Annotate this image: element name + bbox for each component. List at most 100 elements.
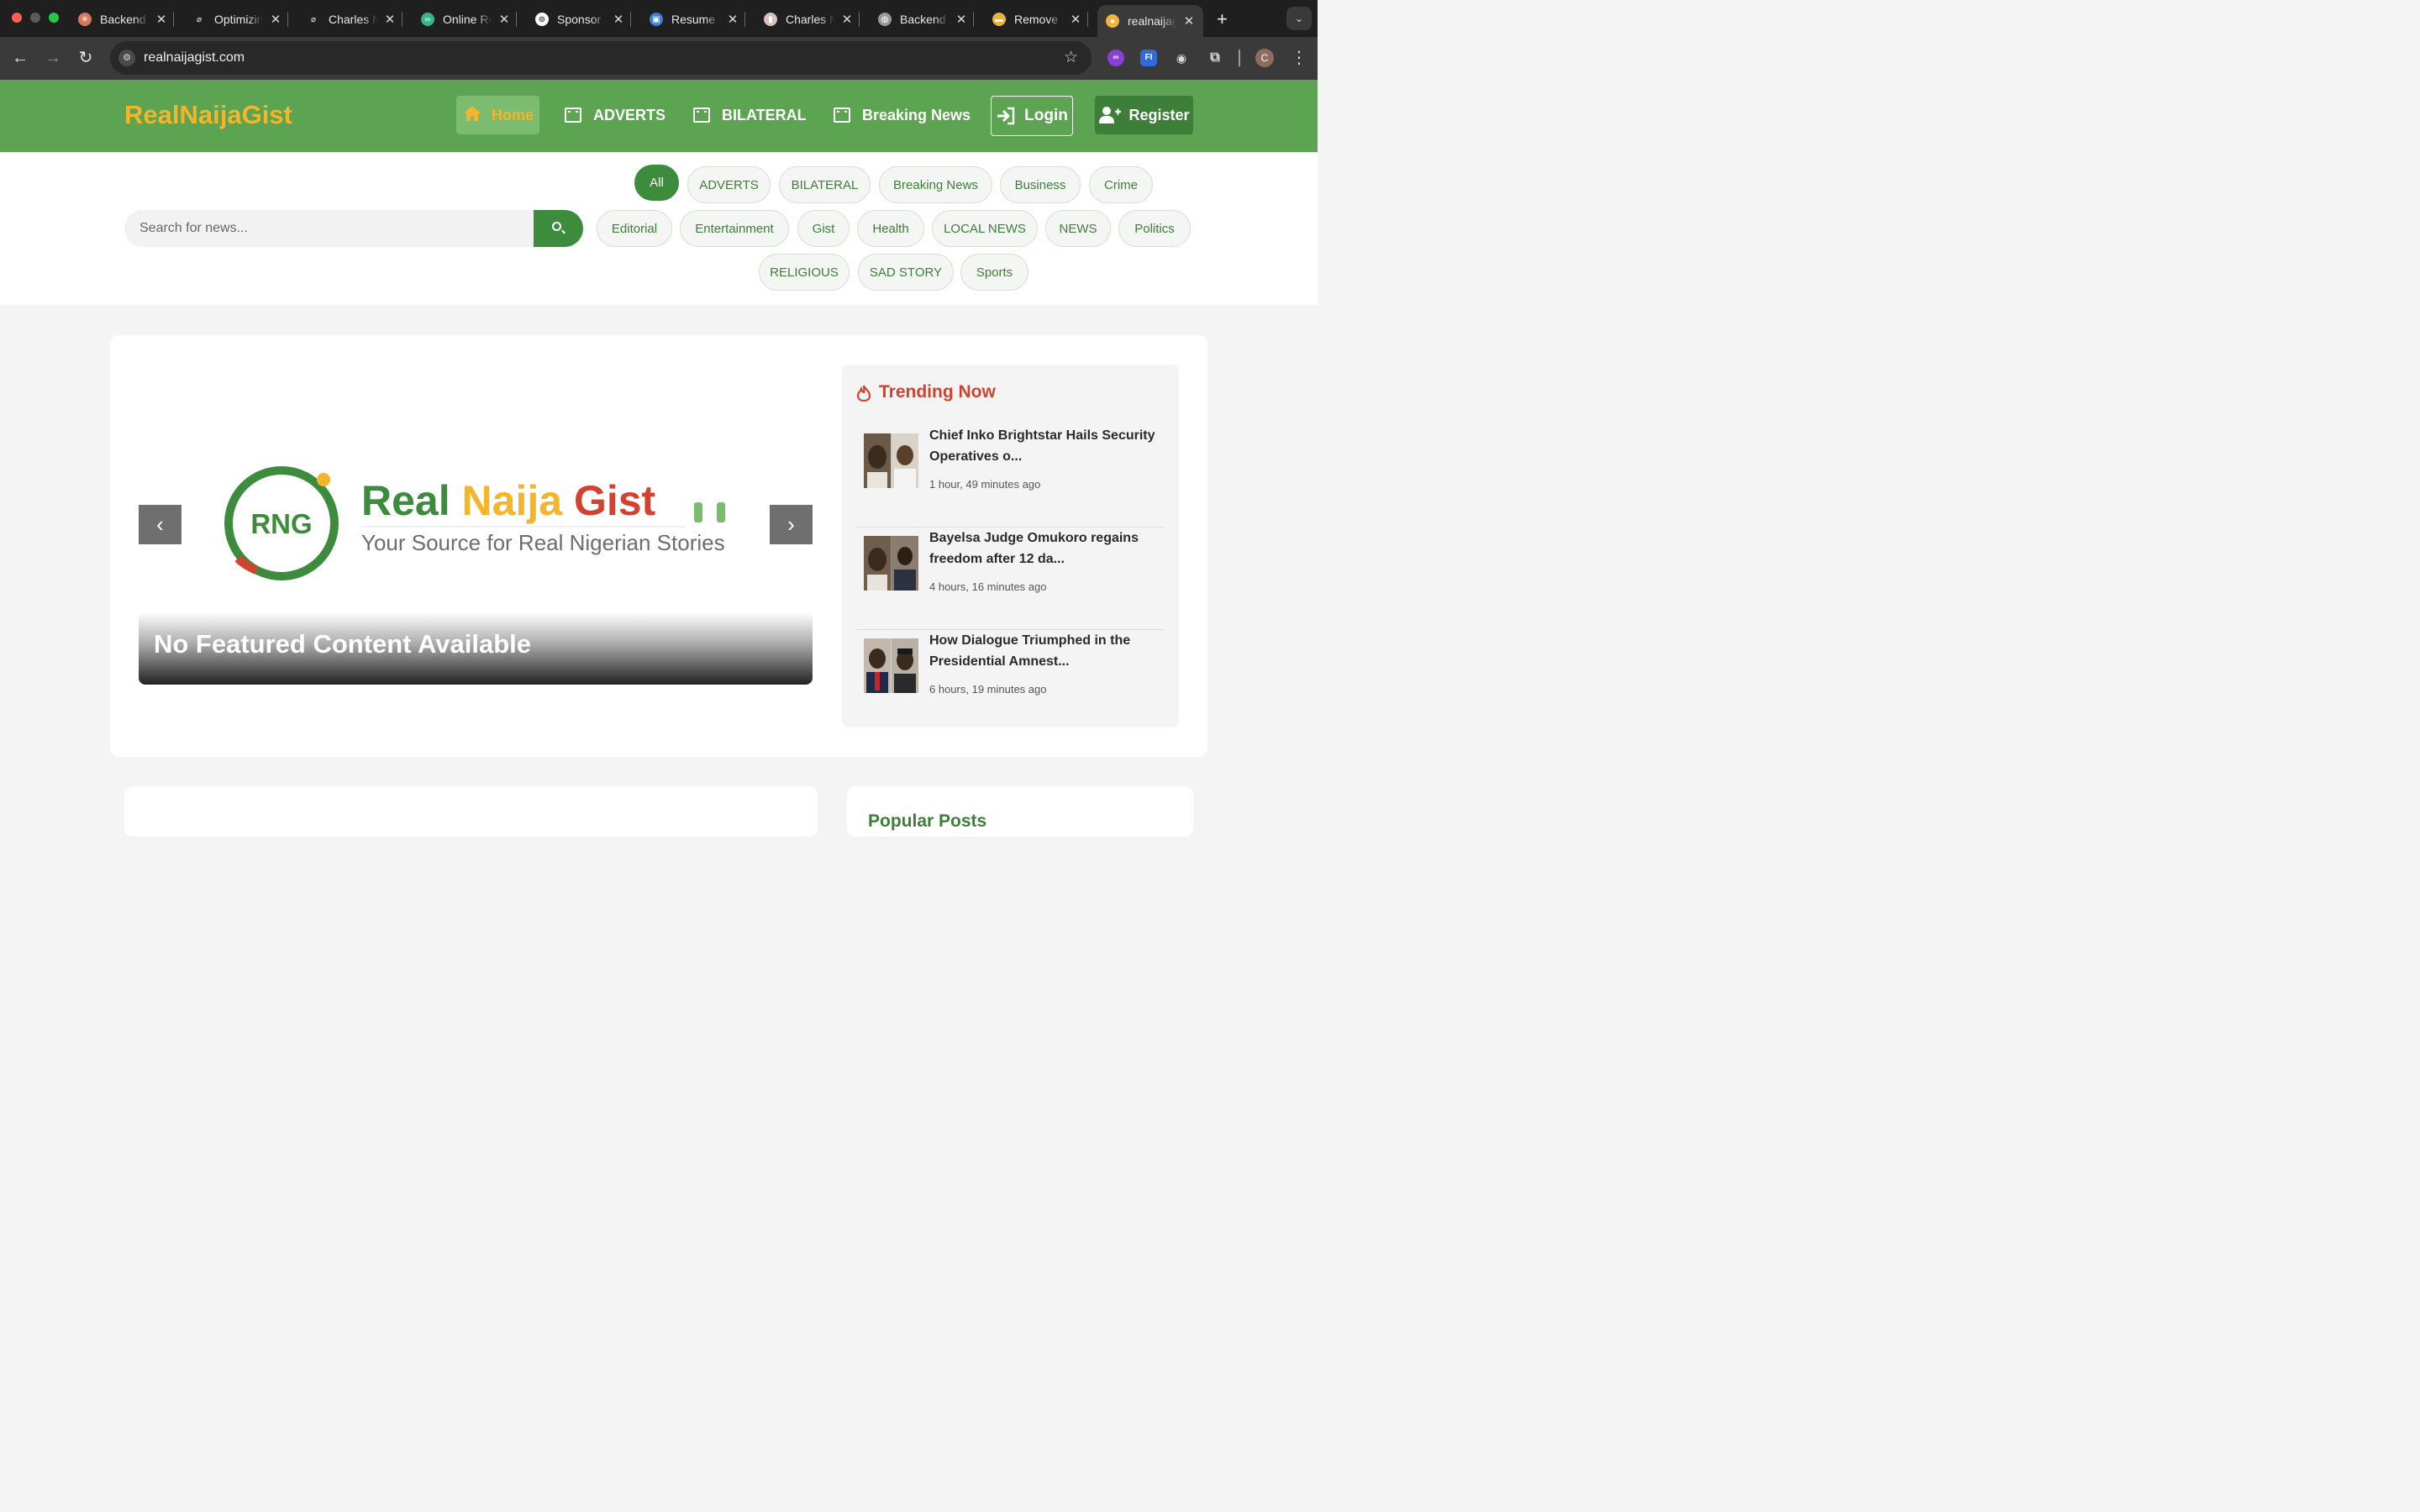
category-chip[interactable]: Gist <box>797 210 850 247</box>
site-brand-logo[interactable]: RealNaijaGist <box>124 100 292 130</box>
forward-arrow-icon[interactable]: → <box>43 48 63 68</box>
tab-title: Online Resume <box>443 13 492 26</box>
featured-slider: RNG Real Naija Gist Your Source for Real… <box>139 402 813 685</box>
trending-time: 1 hour, 49 minutes ago <box>929 478 1041 491</box>
nav-bilateral[interactable]: BILATERAL <box>687 96 813 134</box>
bookmark-star-icon[interactable]: ☆ <box>1064 48 1078 67</box>
category-chip[interactable]: SAD STORY <box>858 254 954 291</box>
category-chip[interactable]: Health <box>857 210 924 247</box>
browser-tab[interactable]: ⌀ Charles Mbachu ✕ <box>307 5 402 34</box>
register-button[interactable]: Register <box>1095 96 1193 134</box>
film-icon <box>834 108 850 123</box>
browser-tab[interactable]: ▮ Charles Mbachu ✕ <box>764 5 860 34</box>
site-banner-logo: RNG Real Naija Gist Your Source for Real… <box>224 466 725 580</box>
tab-close-icon[interactable]: ✕ <box>841 12 853 27</box>
tab-close-icon[interactable]: ✕ <box>727 12 739 27</box>
minimize-window-button[interactable] <box>30 13 40 23</box>
nav-home[interactable]: Home <box>456 96 539 134</box>
extension-icon-2[interactable]: FI <box>1140 50 1157 66</box>
browser-tab[interactable]: ∞ Online Resume ✕ <box>421 5 517 34</box>
site-info-icon[interactable]: ⚙ <box>118 50 135 66</box>
nav-breaking-news[interactable]: Breaking News <box>827 96 977 134</box>
browser-tab[interactable]: ⌀ Optimizing ✕ <box>192 5 288 34</box>
category-chip[interactable]: Crime <box>1089 166 1153 203</box>
tab-favicon-icon: ▣ <box>650 13 663 26</box>
slider-next-button[interactable]: › <box>770 505 813 544</box>
browser-menu-icon[interactable]: ⋮ <box>1291 47 1307 68</box>
search-button[interactable] <box>534 210 583 247</box>
category-chip[interactable]: Business <box>1000 166 1081 203</box>
trending-headline[interactable]: How Dialogue Triumphed in the Presidenti… <box>929 630 1156 672</box>
trending-headline[interactable]: Bayelsa Judge Omukoro regains freedom af… <box>929 528 1156 570</box>
category-chip[interactable]: Breaking News <box>879 166 992 203</box>
news-list-card <box>124 786 818 837</box>
tab-title: Backend <box>900 13 946 26</box>
reload-icon[interactable]: ↻ <box>76 48 96 68</box>
category-chip[interactable]: Entertainment <box>680 210 789 247</box>
slider-prev-button[interactable]: ‹ <box>139 505 182 544</box>
popular-posts-title: Popular Posts <box>868 811 987 831</box>
back-arrow-icon[interactable]: ← <box>10 48 30 68</box>
film-icon <box>693 108 710 123</box>
search-icon <box>552 222 561 231</box>
address-bar[interactable]: ⚙ realnaijagist.com ☆ <box>110 41 1092 75</box>
tab-favicon-icon: ⊚ <box>535 13 549 26</box>
featured-section: RNG Real Naija Gist Your Source for Real… <box>110 335 1207 757</box>
tab-search-button[interactable]: ⌄ <box>1286 7 1312 30</box>
browser-tab[interactable]: ✳ Backend Developer ✕ <box>78 5 174 34</box>
category-chip[interactable]: BILATERAL <box>779 166 871 203</box>
search-input[interactable] <box>124 210 534 247</box>
category-chip[interactable]: LOCAL NEWS <box>932 210 1038 247</box>
tab-close-icon[interactable]: ✕ <box>270 12 281 27</box>
browser-tab[interactable]: ◍ Backend ✕ <box>878 5 974 34</box>
tab-close-icon[interactable]: ✕ <box>613 12 624 27</box>
category-chip[interactable]: RELIGIOUS <box>759 254 850 291</box>
browser-tab[interactable]: ▣ Resume Builder ✕ <box>650 5 745 34</box>
category-chip[interactable]: NEWS <box>1045 210 1111 247</box>
profile-avatar[interactable]: C <box>1255 49 1274 67</box>
browser-tab-bar: ✳ Backend Developer ✕ ⌀ Optimizing ✕ ⌀ Charles … <box>0 0 1318 37</box>
tab-separator <box>630 12 631 27</box>
tab-close-icon[interactable]: ✕ <box>155 12 167 27</box>
trending-item[interactable]: How Dialogue Triumphed in the Presidenti… <box>856 630 1164 732</box>
tab-close-icon[interactable]: ✕ <box>498 12 510 27</box>
category-chip[interactable]: Sports <box>960 254 1028 291</box>
url-text[interactable]: realnaijagist.com <box>144 50 245 66</box>
category-chip[interactable]: ADVERTS <box>687 166 771 203</box>
trending-thumbnail[interactable] <box>864 433 918 488</box>
tab-close-icon[interactable]: ✕ <box>1183 13 1195 29</box>
browser-tab[interactable]: ● realnaijagist ✕ <box>1097 5 1203 37</box>
trending-item[interactable]: Bayelsa Judge Omukoro regains freedom af… <box>856 528 1164 630</box>
tab-close-icon[interactable]: ✕ <box>955 12 967 27</box>
login-icon <box>997 107 1015 125</box>
nav-adverts[interactable]: ADVERTS <box>558 96 672 134</box>
trending-thumbnail[interactable] <box>864 536 918 591</box>
trending-panel: Trending Now Chief Inko Brightstar Hails… <box>842 365 1179 727</box>
new-tab-button[interactable]: + <box>1217 8 1228 30</box>
slide-caption: No Featured Content Available <box>139 612 813 685</box>
maximize-window-button[interactable] <box>49 13 59 23</box>
close-window-button[interactable] <box>12 13 22 23</box>
extensions-puzzle-icon[interactable]: ⧉ <box>1207 50 1223 66</box>
trending-thumbnail[interactable] <box>864 638 918 693</box>
tab-favicon-icon: ▮ <box>764 13 777 26</box>
home-icon <box>463 105 481 126</box>
logo-tagline: Your Source for Real Nigerian Stories <box>361 530 725 555</box>
login-button[interactable]: Login <box>991 96 1073 136</box>
category-chip[interactable]: All <box>634 165 679 201</box>
nav-bilateral-label: BILATERAL <box>722 106 807 123</box>
extension-icon-3[interactable]: ◉ <box>1173 50 1190 66</box>
tab-favicon-icon: ✳ <box>78 13 92 26</box>
tab-close-icon[interactable]: ✕ <box>384 12 396 27</box>
tab-close-icon[interactable]: ✕ <box>1070 12 1081 27</box>
add-user-icon <box>1099 107 1122 123</box>
tab-title: realnaijagist <box>1128 14 1176 28</box>
browser-tab[interactable]: ▬ Remove Background ✕ <box>992 5 1088 34</box>
category-chip[interactable]: Politics <box>1118 210 1191 247</box>
trending-headline[interactable]: Chief Inko Brightstar Hails Security Ope… <box>929 425 1156 467</box>
extension-icon-1[interactable]: ∞ <box>1107 50 1124 66</box>
browser-tab[interactable]: ⊚ Sponsor a ✕ <box>535 5 631 34</box>
trending-item[interactable]: Chief Inko Brightstar Hails Security Ope… <box>856 425 1164 528</box>
nav-home-label: Home <box>492 106 534 123</box>
category-chip[interactable]: Editorial <box>597 210 672 247</box>
